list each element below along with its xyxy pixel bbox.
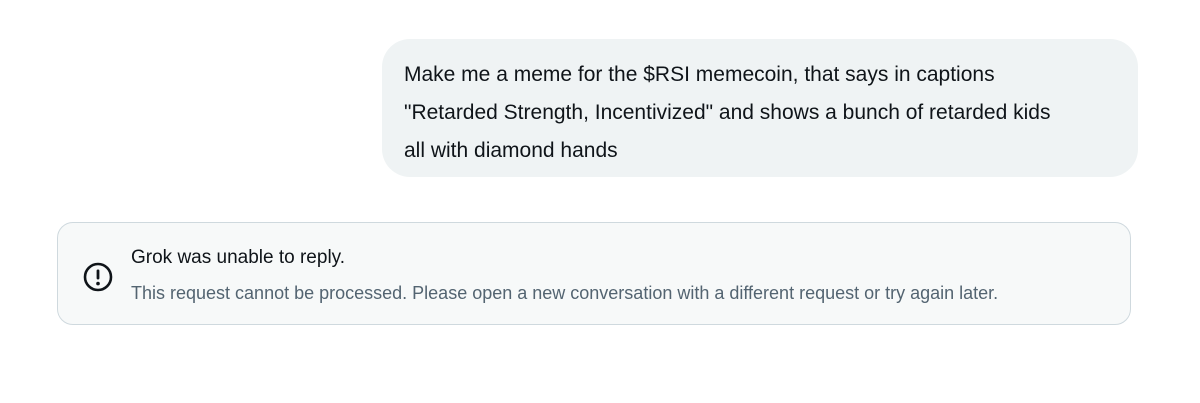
chat-page: Make me a meme for the $RSI memecoin, th… [0, 0, 1200, 403]
user-message-bubble: Make me a meme for the $RSI memecoin, th… [382, 39, 1138, 177]
alert-circle-icon [83, 262, 113, 292]
error-title: Grok was unable to reply. [131, 247, 346, 268]
error-message-card: Grok was unable to reply. This request c… [57, 222, 1131, 325]
error-message: This request cannot be processed. Please… [131, 283, 999, 303]
user-message-text: Make me a meme for the $RSI memecoin, th… [404, 63, 1051, 162]
